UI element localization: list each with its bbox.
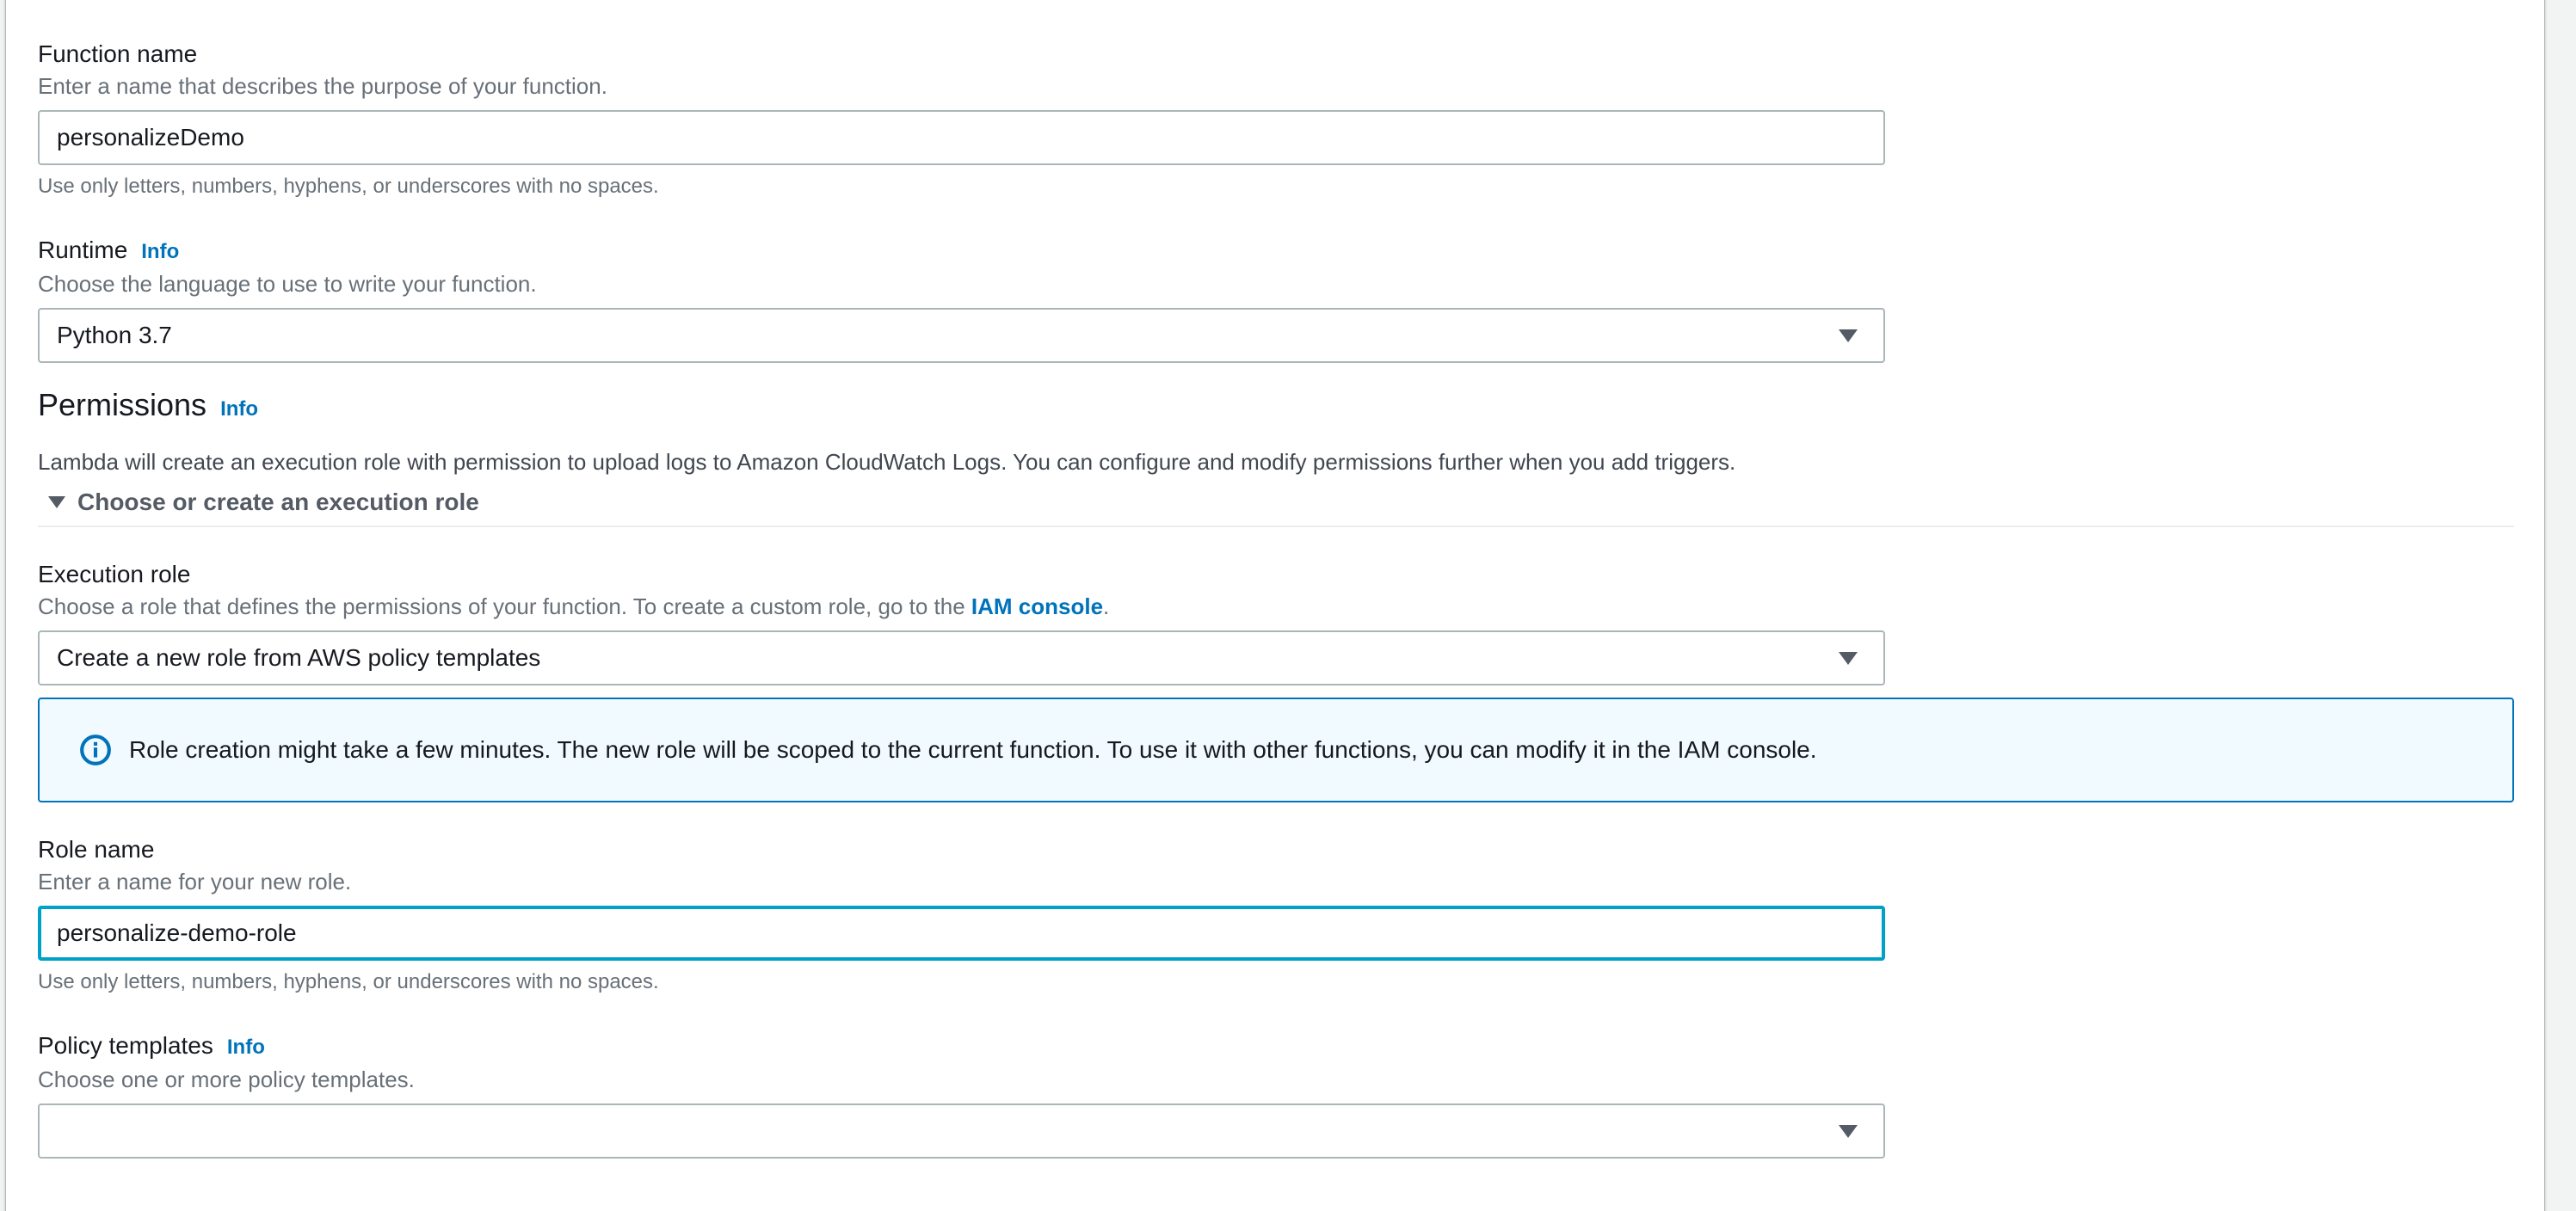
- function-name-description: Enter a name that describes the purpose …: [38, 73, 607, 99]
- execution-role-description: Choose a role that defines the permissio…: [38, 593, 2514, 620]
- chevron-down-icon: [1839, 651, 1858, 665]
- function-name-label-text: Function name: [38, 40, 198, 67]
- execution-role-expander[interactable]: Choose or create an execution role: [38, 488, 2514, 517]
- role-name-description: Enter a name for your new role.: [38, 869, 352, 894]
- function-name-input[interactable]: [38, 110, 1885, 165]
- chevron-down-icon: [1839, 1124, 1858, 1138]
- policy-templates-label-text: Policy templates: [38, 1032, 213, 1059]
- section-divider: [38, 526, 2514, 527]
- role-name-label: Role name: [38, 835, 2514, 864]
- permissions-description: Lambda will create an execution role wit…: [38, 449, 1736, 475]
- runtime-label: Runtime Info: [38, 236, 2514, 267]
- runtime-selected-value: Python 3.7: [57, 322, 172, 348]
- function-name-field: Function name Enter a name that describe…: [38, 40, 2514, 200]
- info-circle-icon: [80, 735, 111, 765]
- runtime-label-text: Runtime: [38, 237, 128, 263]
- policy-templates-description: Choose one or more policy templates.: [38, 1067, 415, 1092]
- policy-templates-field: Policy templates Info Choose one or more…: [38, 1031, 2514, 1159]
- policy-templates-select[interactable]: [38, 1103, 1885, 1159]
- role-name-field: Role name Enter a name for your new role…: [38, 835, 2514, 995]
- execution-role-label-text: Execution role: [38, 561, 191, 587]
- chevron-down-icon: [1839, 329, 1858, 342]
- role-name-help: Use only letters, numbers, hyphens, or u…: [38, 970, 659, 993]
- runtime-select[interactable]: Python 3.7: [38, 308, 1885, 363]
- role-name-label-text: Role name: [38, 836, 155, 863]
- runtime-field: Runtime Info Choose the language to use …: [38, 236, 2514, 363]
- expander-label: Choose or create an execution role: [77, 489, 479, 515]
- runtime-description: Choose the language to use to write your…: [38, 271, 537, 297]
- policy-templates-info-link[interactable]: Info: [227, 1033, 265, 1062]
- function-name-help: Use only letters, numbers, hyphens, or u…: [38, 175, 659, 198]
- execution-role-label: Execution role: [38, 560, 2514, 589]
- execution-role-selected-value: Create a new role from AWS policy templa…: [57, 644, 541, 671]
- create-function-panel: Function name Enter a name that describe…: [5, 0, 2545, 1211]
- permissions-heading-text: Permissions: [38, 387, 207, 422]
- alert-text: Role creation might take a few minutes. …: [129, 736, 1817, 763]
- function-name-label: Function name: [38, 40, 2514, 69]
- role-creation-info-alert: Role creation might take a few minutes. …: [38, 698, 2514, 802]
- policy-templates-label: Policy templates Info: [38, 1031, 2514, 1062]
- permissions-heading: Permissions Info: [38, 387, 2514, 427]
- expander-caret-icon: [48, 496, 65, 508]
- iam-console-link[interactable]: IAM console: [971, 593, 1103, 619]
- runtime-info-link[interactable]: Info: [141, 237, 179, 267]
- execution-role-field: Execution role Choose a role that define…: [38, 560, 2514, 685]
- permissions-info-link[interactable]: Info: [220, 391, 258, 427]
- execution-role-select[interactable]: Create a new role from AWS policy templa…: [38, 630, 1885, 685]
- execution-role-desc-prefix: Choose a role that defines the permissio…: [38, 593, 971, 619]
- execution-role-desc-suffix: .: [1103, 593, 1110, 619]
- role-name-input[interactable]: [38, 906, 1885, 961]
